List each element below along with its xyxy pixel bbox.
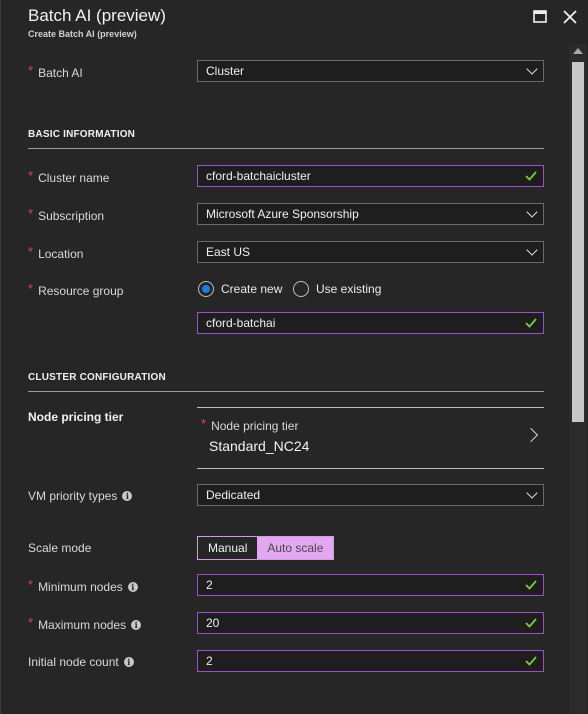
- batch-ai-blade: Batch AI (preview) Create Batch AI (prev…: [0, 0, 588, 714]
- close-icon: [563, 10, 577, 24]
- info-icon[interactable]: i: [131, 620, 142, 630]
- manual-option[interactable]: Manual: [198, 537, 258, 559]
- check-icon: [525, 171, 537, 181]
- vm-priority-label-text: VM priority types: [28, 489, 118, 503]
- chevron-right-icon: [523, 427, 539, 443]
- node-pricing-field-label-text: Node pricing tier: [211, 419, 299, 433]
- scroll-up-arrow-icon[interactable]: [573, 48, 583, 54]
- section-divider: [28, 148, 544, 149]
- required-marker: *: [28, 206, 34, 221]
- form-scroll-area[interactable]: * Batch AI Cluster BASIC INFORMATION * Clu…: [1, 44, 569, 714]
- basic-information-heading: BASIC INFORMATION: [28, 129, 136, 140]
- required-marker: *: [28, 281, 34, 296]
- min-nodes-label-text: Minimum nodes: [38, 580, 123, 594]
- chevron-down-icon: [526, 244, 538, 256]
- required-marker: *: [28, 615, 34, 630]
- chevron-down-icon: [526, 487, 538, 499]
- cluster-configuration-heading: CLUSTER CONFIGURATION: [28, 372, 166, 383]
- vertical-scrollbar[interactable]: [569, 44, 587, 714]
- scale-mode-toggle: Manual Auto scale: [197, 536, 335, 560]
- create-new-label: Create new: [221, 282, 283, 296]
- info-icon[interactable]: i: [123, 657, 134, 667]
- max-nodes-label: * Maximum nodes i: [28, 615, 142, 632]
- resource-group-label: * Resource group: [28, 281, 124, 298]
- node-pricing-section-label: Node pricing tier: [28, 410, 124, 424]
- info-icon[interactable]: i: [122, 491, 133, 501]
- initial-count-input[interactable]: 2: [197, 650, 544, 672]
- max-nodes-value: 20: [206, 616, 220, 630]
- batch-ai-label: * Batch AI: [28, 63, 83, 80]
- chevron-down-icon: [526, 206, 538, 218]
- check-icon: [525, 318, 537, 328]
- batch-ai-value: Cluster: [206, 64, 245, 78]
- required-marker: *: [28, 168, 34, 183]
- resource-group-value: cford-batchai: [206, 316, 276, 330]
- location-value: East US: [206, 245, 251, 259]
- scale-mode-label: Scale mode: [28, 541, 92, 555]
- vm-priority-label: VM priority types i: [28, 489, 133, 503]
- min-nodes-label: * Minimum nodes i: [28, 577, 138, 594]
- node-pricing-value: Standard_NC24: [209, 438, 310, 454]
- min-nodes-input[interactable]: 2: [197, 574, 544, 596]
- scrollbar-thumb[interactable]: [572, 62, 584, 422]
- initial-count-label-text: Initial node count: [28, 655, 119, 669]
- resource-group-label-text: Resource group: [38, 284, 124, 298]
- cluster-name-input[interactable]: cford-batchaicluster: [197, 165, 544, 187]
- subscription-label-text: Subscription: [38, 209, 105, 223]
- node-pricing-field-label: * Node pricing tier: [201, 416, 299, 433]
- info-icon[interactable]: i: [127, 582, 138, 592]
- subscription-value: Microsoft Azure Sponsorship: [206, 207, 359, 221]
- initial-count-label: Initial node count i: [28, 655, 134, 669]
- vm-priority-value: Dedicated: [206, 488, 261, 502]
- location-dropdown[interactable]: East US: [197, 241, 544, 263]
- resource-group-input[interactable]: cford-batchai: [197, 312, 544, 334]
- batch-ai-label-text: Batch AI: [38, 66, 83, 80]
- chevron-down-icon: [526, 63, 538, 75]
- max-nodes-input[interactable]: 20: [197, 612, 544, 634]
- min-nodes-value: 2: [206, 578, 213, 592]
- radio-unselected-icon: [293, 281, 309, 297]
- radio-selected-icon: [198, 281, 214, 297]
- cluster-name-label: * Cluster name: [28, 168, 110, 185]
- required-marker: *: [28, 63, 34, 78]
- required-marker: *: [28, 244, 34, 259]
- maximize-icon: [533, 10, 547, 23]
- location-label: * Location: [28, 244, 84, 261]
- check-icon: [525, 580, 537, 590]
- check-icon: [525, 656, 537, 666]
- close-button[interactable]: [559, 6, 581, 28]
- vm-priority-dropdown[interactable]: Dedicated: [197, 484, 544, 506]
- maximize-button[interactable]: [529, 6, 551, 28]
- cluster-name-label-text: Cluster name: [38, 171, 110, 185]
- initial-count-value: 2: [206, 654, 213, 668]
- node-pricing-tier-selector[interactable]: * Node pricing tier Standard_NC24: [197, 407, 544, 469]
- page-subtitle: Create Batch AI (preview): [28, 29, 137, 39]
- page-title: Batch AI (preview): [28, 6, 166, 25]
- location-label-text: Location: [38, 247, 84, 261]
- required-marker: *: [201, 416, 207, 431]
- check-icon: [525, 618, 537, 628]
- cluster-name-value: cford-batchaicluster: [206, 169, 311, 183]
- max-nodes-label-text: Maximum nodes: [38, 618, 127, 632]
- title-bar: Batch AI (preview) Create Batch AI (prev…: [1, 0, 588, 44]
- create-new-radio[interactable]: Create new: [198, 281, 282, 297]
- use-existing-label: Use existing: [316, 282, 382, 296]
- required-marker: *: [28, 577, 34, 592]
- auto-scale-option[interactable]: Auto scale: [257, 537, 334, 559]
- section-divider: [28, 391, 544, 392]
- batch-ai-dropdown[interactable]: Cluster: [197, 60, 544, 82]
- use-existing-radio[interactable]: Use existing: [293, 281, 381, 297]
- subscription-label: * Subscription: [28, 206, 105, 223]
- subscription-dropdown[interactable]: Microsoft Azure Sponsorship: [197, 203, 544, 225]
